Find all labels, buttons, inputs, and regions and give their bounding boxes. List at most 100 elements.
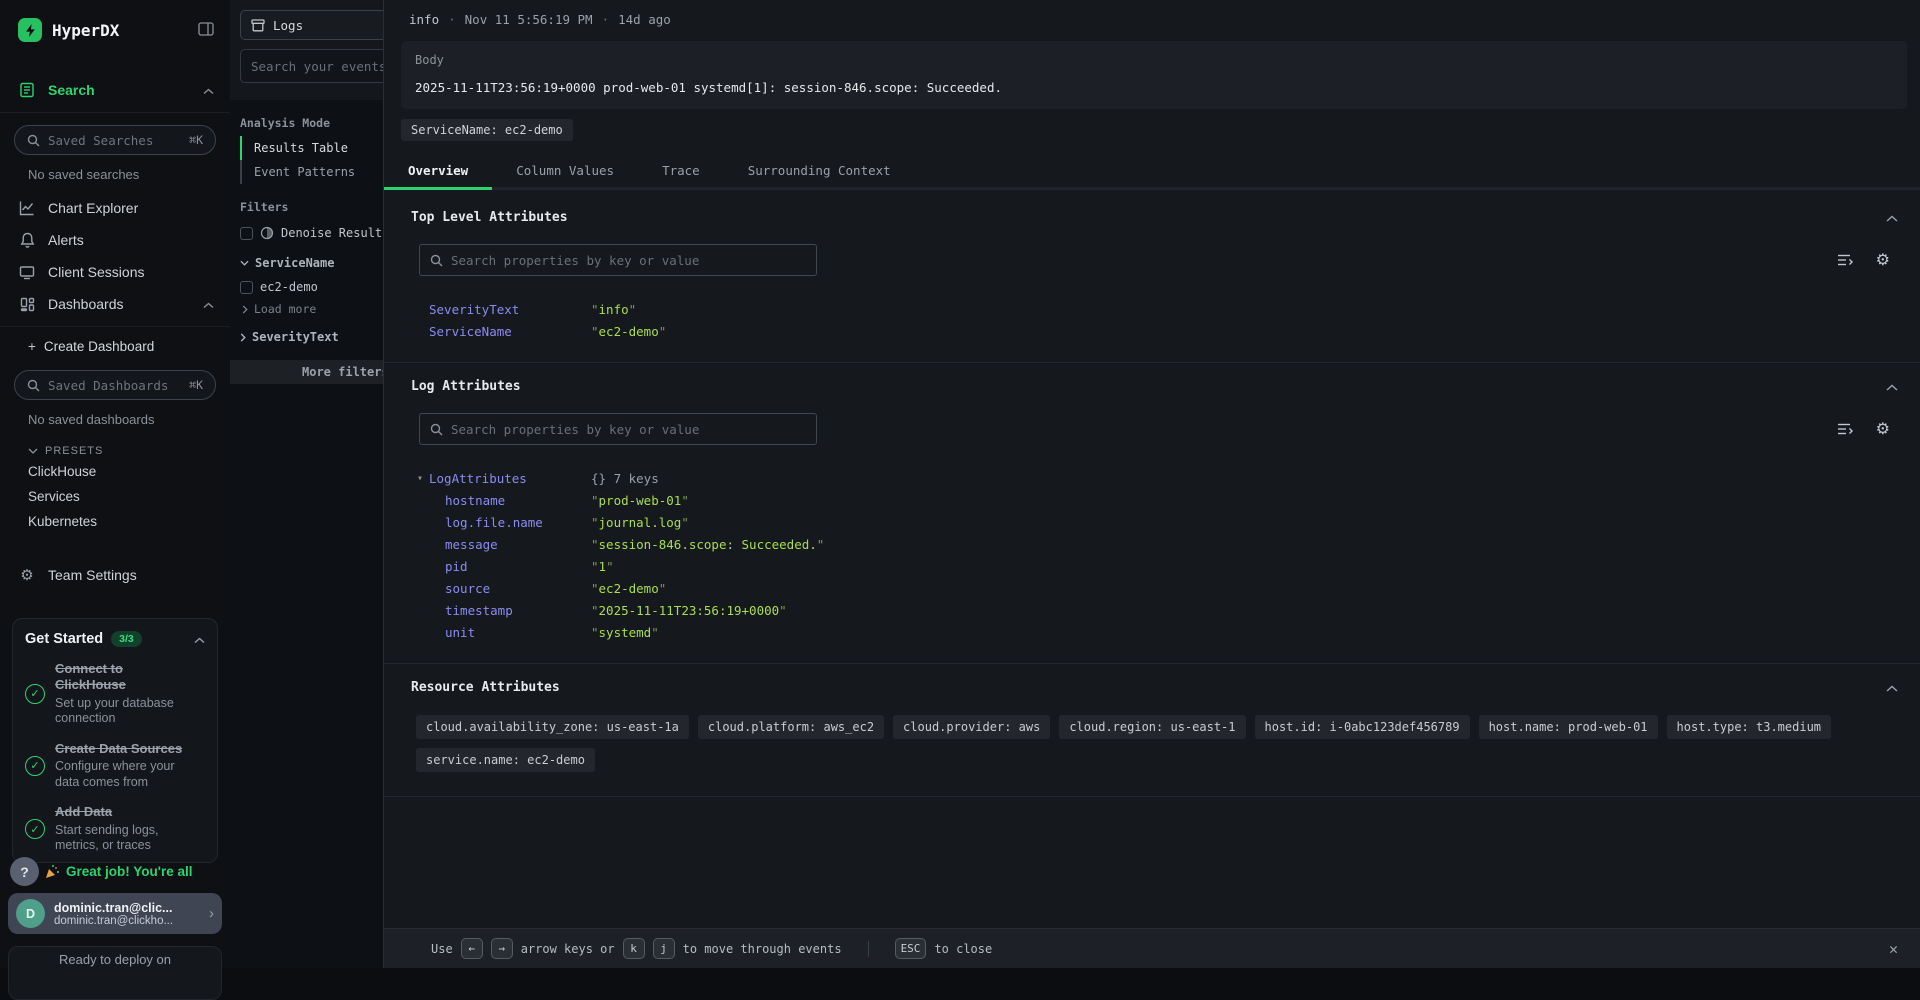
preset-services[interactable]: Services bbox=[0, 484, 230, 509]
chevron-up-icon[interactable] bbox=[203, 297, 214, 312]
attribute-value[interactable]: systemd bbox=[591, 625, 659, 640]
tab-surrounding-context[interactable]: Surrounding Context bbox=[724, 153, 915, 190]
attribute-row[interactable]: source ec2-demo bbox=[384, 577, 1920, 599]
resource-chip[interactable]: service.name: ec2-demo bbox=[416, 748, 595, 772]
resource-chip[interactable]: host.type: t3.medium bbox=[1667, 715, 1832, 739]
resource-chip[interactable]: host.name: prod-web-01 bbox=[1479, 715, 1658, 739]
get-started-item-sources[interactable]: ✓ Create Data Sources Configure where yo… bbox=[25, 741, 205, 791]
mode-results-table[interactable]: Results Table bbox=[240, 136, 383, 160]
denoise-checkbox[interactable] bbox=[240, 227, 253, 240]
get-started-item-add-data[interactable]: ✓ Add Data Start sending logs, metrics, … bbox=[25, 804, 205, 854]
attribute-row[interactable]: pid 1 bbox=[384, 555, 1920, 577]
attribute-key[interactable]: log.file.name bbox=[445, 515, 591, 530]
chevron-up-icon[interactable] bbox=[1886, 379, 1898, 394]
tab-overview[interactable]: Overview bbox=[384, 153, 492, 190]
attribute-value[interactable]: info bbox=[591, 302, 636, 317]
property-search-input[interactable] bbox=[451, 253, 806, 268]
attribute-row[interactable]: ServiceName ec2-demo bbox=[384, 320, 1920, 342]
source-select-button[interactable]: Logs bbox=[240, 10, 383, 40]
deploy-note-card[interactable]: Ready to deploy on bbox=[8, 946, 222, 1000]
get-started-item-desc: Start sending logs, metrics, or traces bbox=[55, 823, 195, 854]
avatar: D bbox=[16, 899, 45, 928]
preset-clickhouse[interactable]: ClickHouse bbox=[0, 459, 230, 484]
attribute-tree-root[interactable]: ▾ LogAttributes {} 7 keys bbox=[384, 467, 1920, 489]
sidebar-item-chart-explorer[interactable]: Chart Explorer bbox=[0, 192, 230, 224]
attribute-key[interactable]: hostname bbox=[445, 493, 591, 508]
attribute-row[interactable]: log.file.name journal.log bbox=[384, 511, 1920, 533]
help-button[interactable]: ? bbox=[10, 857, 39, 886]
get-started-item-connect[interactable]: ✓ Connect to ClickHouse Set up your data… bbox=[25, 661, 205, 727]
more-filters-button[interactable]: More filters bbox=[230, 360, 383, 384]
attribute-value[interactable]: 1 bbox=[591, 559, 614, 574]
get-started-card: Get Started 3/3 ✓ Connect to ClickHouse … bbox=[12, 618, 218, 863]
load-more-button[interactable]: Load more bbox=[230, 300, 383, 320]
servicename-tag[interactable]: ServiceName: ec2-demo bbox=[401, 119, 573, 141]
attribute-key[interactable]: unit bbox=[445, 625, 591, 640]
resource-chip[interactable]: cloud.availability_zone: us-east-1a bbox=[416, 715, 689, 739]
preset-kubernetes[interactable]: Kubernetes bbox=[0, 509, 230, 534]
get-started-item-title: Connect to ClickHouse bbox=[55, 661, 185, 694]
collapse-sidebar-icon[interactable] bbox=[198, 22, 214, 39]
attribute-value[interactable]: prod-web-01 bbox=[591, 493, 689, 508]
attribute-value[interactable]: ec2-demo bbox=[591, 324, 666, 339]
attribute-key[interactable]: source bbox=[445, 581, 591, 596]
attribute-value[interactable]: 2025-11-11T23:56:19+0000 bbox=[591, 603, 787, 618]
attribute-row[interactable]: timestamp 2025-11-11T23:56:19+0000 bbox=[384, 599, 1920, 621]
event-timestamp: Nov 11 5:56:19 PM bbox=[465, 12, 593, 27]
close-icon[interactable]: ✕ bbox=[1889, 940, 1898, 958]
sidebar-item-label: Alerts bbox=[48, 232, 214, 248]
mode-event-patterns[interactable]: Event Patterns bbox=[240, 160, 383, 184]
filter-group-severitytext[interactable]: SeverityText bbox=[230, 320, 383, 348]
sidebar-item-alerts[interactable]: Alerts bbox=[0, 224, 230, 256]
arrow-right-key: → bbox=[491, 938, 513, 959]
sidebar-item-team-settings[interactable]: ⚙ Team Settings bbox=[0, 558, 230, 592]
user-menu[interactable]: D dominic.tran@clic... dominic.tran@clic… bbox=[8, 893, 222, 934]
settings-gear-icon[interactable]: ⚙ bbox=[1876, 419, 1890, 439]
attribute-row[interactable]: unit systemd bbox=[384, 621, 1920, 643]
tab-trace[interactable]: Trace bbox=[638, 153, 724, 190]
attribute-row[interactable]: message session-846.scope: Succeeded. bbox=[384, 533, 1920, 555]
congrats-row: ? Great job! You're all bbox=[0, 857, 230, 886]
tab-column-values[interactable]: Column Values bbox=[492, 153, 638, 190]
attribute-row[interactable]: hostname prod-web-01 bbox=[384, 489, 1920, 511]
filter-lines-icon[interactable] bbox=[1837, 422, 1854, 436]
footer-text: to move through events bbox=[683, 942, 842, 956]
event-search-input[interactable] bbox=[251, 50, 383, 82]
resource-chip[interactable]: cloud.region: us-east-1 bbox=[1059, 715, 1245, 739]
settings-gear-icon[interactable]: ⚙ bbox=[1876, 250, 1890, 270]
attribute-key[interactable]: SeverityText bbox=[429, 302, 591, 317]
ec2-demo-checkbox[interactable] bbox=[240, 281, 253, 294]
search-icon bbox=[430, 423, 443, 436]
property-search-input[interactable] bbox=[451, 422, 806, 437]
resource-chip[interactable]: host.id: i-0abc123def456789 bbox=[1255, 715, 1470, 739]
attribute-key[interactable]: LogAttributes bbox=[429, 471, 591, 486]
filter-group-servicename[interactable]: ServiceName bbox=[230, 246, 383, 274]
esc-key: ESC bbox=[895, 938, 927, 959]
sidebar-item-client-sessions[interactable]: Client Sessions bbox=[0, 256, 230, 288]
chevron-up-icon[interactable] bbox=[194, 632, 205, 647]
saved-dashboards-input[interactable]: Saved Dashboards ⌘K bbox=[14, 370, 216, 400]
attribute-key[interactable]: ServiceName bbox=[429, 324, 591, 339]
attribute-key[interactable]: pid bbox=[445, 559, 591, 574]
attribute-row[interactable]: SeverityText info bbox=[384, 298, 1920, 320]
presets-toggle[interactable]: PRESETS bbox=[0, 431, 230, 459]
tree-caret-icon[interactable]: ▾ bbox=[417, 473, 429, 484]
panel-footer: Use ← → arrow keys or k j to move throug… bbox=[384, 928, 1920, 968]
chevron-up-icon[interactable] bbox=[1886, 210, 1898, 225]
chevron-up-icon[interactable] bbox=[1886, 680, 1898, 695]
chevron-up-icon[interactable] bbox=[203, 83, 214, 98]
attribute-value[interactable]: journal.log bbox=[591, 515, 689, 530]
resource-chip[interactable]: cloud.provider: aws bbox=[893, 715, 1050, 739]
attribute-key[interactable]: timestamp bbox=[445, 603, 591, 618]
attribute-value[interactable]: ec2-demo bbox=[591, 581, 666, 596]
saved-searches-input[interactable]: Saved Searches ⌘K bbox=[14, 125, 216, 155]
user-name: dominic.tran@clic... bbox=[54, 901, 173, 915]
attribute-value[interactable]: session-846.scope: Succeeded. bbox=[591, 537, 824, 552]
resource-chip[interactable]: cloud.platform: aws_ec2 bbox=[698, 715, 884, 739]
sidebar-item-search[interactable]: Search bbox=[0, 74, 230, 106]
sidebar-item-dashboards[interactable]: Dashboards bbox=[0, 288, 230, 320]
create-dashboard-button[interactable]: + Create Dashboard bbox=[0, 327, 230, 358]
attribute-key[interactable]: message bbox=[445, 537, 591, 552]
log-detail-panel: info · Nov 11 5:56:19 PM · 14d ago Body … bbox=[383, 0, 1920, 968]
filter-lines-icon[interactable] bbox=[1837, 253, 1854, 267]
